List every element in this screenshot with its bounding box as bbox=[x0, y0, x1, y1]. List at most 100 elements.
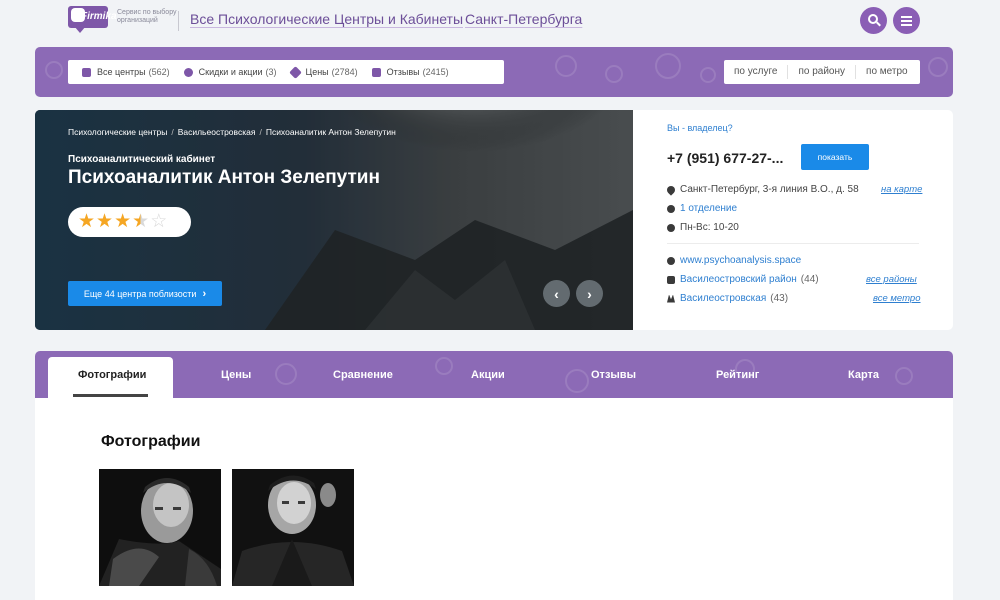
nearby-centers-label: Еще 44 центра поблизости bbox=[83, 288, 197, 299]
district-icon bbox=[667, 275, 675, 284]
breadcrumb: Психологические центры / Васильеостровская… bbox=[68, 127, 396, 137]
nav-item-label: Отзывы bbox=[386, 67, 420, 77]
branches-row: 1 отделение bbox=[667, 203, 737, 214]
nav-item-count: (3) bbox=[265, 67, 277, 77]
header-category-link[interactable]: Все Психологические Центры и Кабинеты bbox=[190, 11, 463, 27]
pattern-decor bbox=[565, 369, 589, 393]
nav-item-label: Цены bbox=[305, 67, 329, 77]
pattern-decor bbox=[655, 53, 681, 79]
tab-map[interactable]: Карта bbox=[848, 369, 879, 381]
firmika-logo[interactable]: Firmika bbox=[68, 6, 117, 33]
metro-row: Василеостровская (43) bbox=[667, 293, 788, 304]
pattern-decor bbox=[555, 55, 577, 77]
search-button[interactable] bbox=[860, 7, 887, 34]
tab-comparison[interactable]: Сравнение bbox=[333, 369, 393, 381]
chevron-right-icon: › bbox=[587, 285, 592, 302]
tab-promotions[interactable]: Акции bbox=[471, 369, 505, 381]
tab-photos[interactable]: Фотографии bbox=[78, 369, 146, 381]
show-phone-button[interactable]: показать bbox=[801, 144, 869, 170]
nav-discounts[interactable]: Скидки и акции (3) bbox=[183, 67, 277, 77]
breadcrumb-separator: / bbox=[259, 127, 262, 137]
header-city-link[interactable]: Санкт-Петербурга bbox=[465, 11, 582, 27]
district-count: (44) bbox=[800, 274, 819, 285]
search-icon-handle bbox=[876, 21, 881, 27]
logo-text: Firmika bbox=[81, 11, 117, 22]
nav-item-count: (2784) bbox=[331, 67, 358, 77]
menu-bar bbox=[901, 20, 912, 22]
breadcrumb-separator: / bbox=[171, 127, 174, 137]
breadcrumb-current: Психоаналитик Антон Зелепутин bbox=[265, 127, 396, 137]
branches-icon bbox=[667, 204, 675, 213]
address-row: Санкт-Петербург, 3-я линия В.О., д. 58 bbox=[665, 183, 859, 196]
contact-card: Вы - владелец? +7 (951) 677-27-... показ… bbox=[633, 110, 953, 330]
pattern-decor bbox=[928, 57, 948, 77]
business-type: Психоаналитический кабинет bbox=[68, 154, 216, 165]
percent-icon bbox=[183, 67, 193, 77]
comments-icon bbox=[371, 67, 381, 77]
nav-item-count: (562) bbox=[148, 67, 170, 77]
tab-active-indicator bbox=[73, 394, 148, 397]
address-text: Санкт-Петербург, 3-я линия В.О., д. 58 bbox=[680, 184, 859, 195]
info-divider bbox=[667, 243, 919, 244]
photo-prev-button[interactable]: ‹ bbox=[543, 280, 570, 307]
logo-tagline: Сервис по выбору организаций bbox=[117, 9, 177, 24]
star-empty-icon: ☆ bbox=[150, 211, 168, 232]
district-row: Василеостровский район (44) bbox=[667, 274, 819, 285]
section-title: Фотографии bbox=[101, 433, 201, 450]
metro-icon bbox=[667, 294, 675, 303]
home-icon bbox=[82, 67, 91, 77]
website-row: www.psychoanalysis.space bbox=[667, 255, 801, 266]
logo-tail bbox=[74, 26, 86, 33]
nav-all-centers[interactable]: Все центры (562) bbox=[82, 67, 170, 77]
hours-row: Пн-Вс: 10-20 bbox=[667, 222, 739, 233]
photo-thumbnail[interactable] bbox=[232, 469, 354, 586]
nav-reviews[interactable]: Отзывы (2415) bbox=[371, 67, 449, 77]
tab-reviews[interactable]: Отзывы bbox=[591, 369, 636, 381]
nav-item-count: (2415) bbox=[422, 67, 449, 77]
header-divider bbox=[178, 11, 179, 31]
metro-count: (43) bbox=[770, 293, 789, 304]
map-link[interactable]: на карте bbox=[881, 184, 922, 195]
owner-link[interactable]: Вы - владелец? bbox=[667, 123, 733, 133]
nearby-centers-button[interactable]: Еще 44 центра поблизости › bbox=[68, 281, 222, 306]
filter-by-metro[interactable]: по метро bbox=[856, 65, 918, 79]
filter-by-service[interactable]: по услуге bbox=[724, 65, 789, 79]
star-half-icon: ★ bbox=[132, 211, 150, 232]
filter-by-district[interactable]: по району bbox=[788, 65, 857, 79]
globe-icon bbox=[667, 256, 675, 265]
tab-rating[interactable]: Рейтинг bbox=[716, 369, 759, 381]
chevron-left-icon: ‹ bbox=[554, 285, 559, 302]
clock-icon bbox=[667, 223, 675, 232]
website-link[interactable]: www.psychoanalysis.space bbox=[680, 255, 801, 266]
district-link[interactable]: Василеостровский район bbox=[680, 274, 797, 285]
hero-banner: Психологические центры / Васильеостровская… bbox=[35, 110, 633, 330]
breadcrumb-link[interactable]: Васильеостровская bbox=[178, 127, 256, 137]
all-metro-link[interactable]: все метро bbox=[873, 293, 921, 304]
photo-next-button[interactable]: › bbox=[576, 280, 603, 307]
tag-icon bbox=[288, 65, 302, 79]
star-full-icon: ★ bbox=[114, 211, 132, 232]
photo-thumbnail[interactable] bbox=[99, 469, 221, 586]
pattern-decor bbox=[45, 61, 63, 79]
nav-prices[interactable]: Цены (2784) bbox=[288, 65, 358, 79]
menu-button[interactable] bbox=[893, 7, 920, 34]
star-full-icon: ★ bbox=[78, 211, 96, 232]
breadcrumb-link[interactable]: Психологические центры bbox=[68, 127, 167, 137]
phone-number: +7 (951) 677-27-... bbox=[667, 150, 784, 166]
rating-stars[interactable]: ★ ★ ★ ★ ☆ bbox=[68, 207, 191, 237]
chevron-right-icon: › bbox=[202, 287, 207, 300]
pattern-decor bbox=[895, 367, 913, 385]
portrait-image bbox=[232, 469, 354, 586]
pattern-decor bbox=[700, 67, 716, 83]
pattern-decor bbox=[435, 357, 453, 375]
site-header: Firmika Сервис по выбору организаций Все… bbox=[0, 0, 1000, 40]
nav-item-label: Скидки и акции bbox=[198, 67, 263, 77]
tab-prices[interactable]: Цены bbox=[221, 369, 251, 381]
all-districts-link[interactable]: все районы bbox=[866, 274, 917, 285]
nav-item-label: Все центры bbox=[97, 67, 146, 77]
map-pin-icon bbox=[665, 183, 677, 196]
branches-link[interactable]: 1 отделение bbox=[680, 203, 737, 214]
nav-links: Все центры (562) Скидки и акции (3) Цены… bbox=[68, 60, 504, 84]
hours-text: Пн-Вс: 10-20 bbox=[680, 222, 739, 233]
metro-link[interactable]: Василеостровская bbox=[680, 293, 766, 304]
